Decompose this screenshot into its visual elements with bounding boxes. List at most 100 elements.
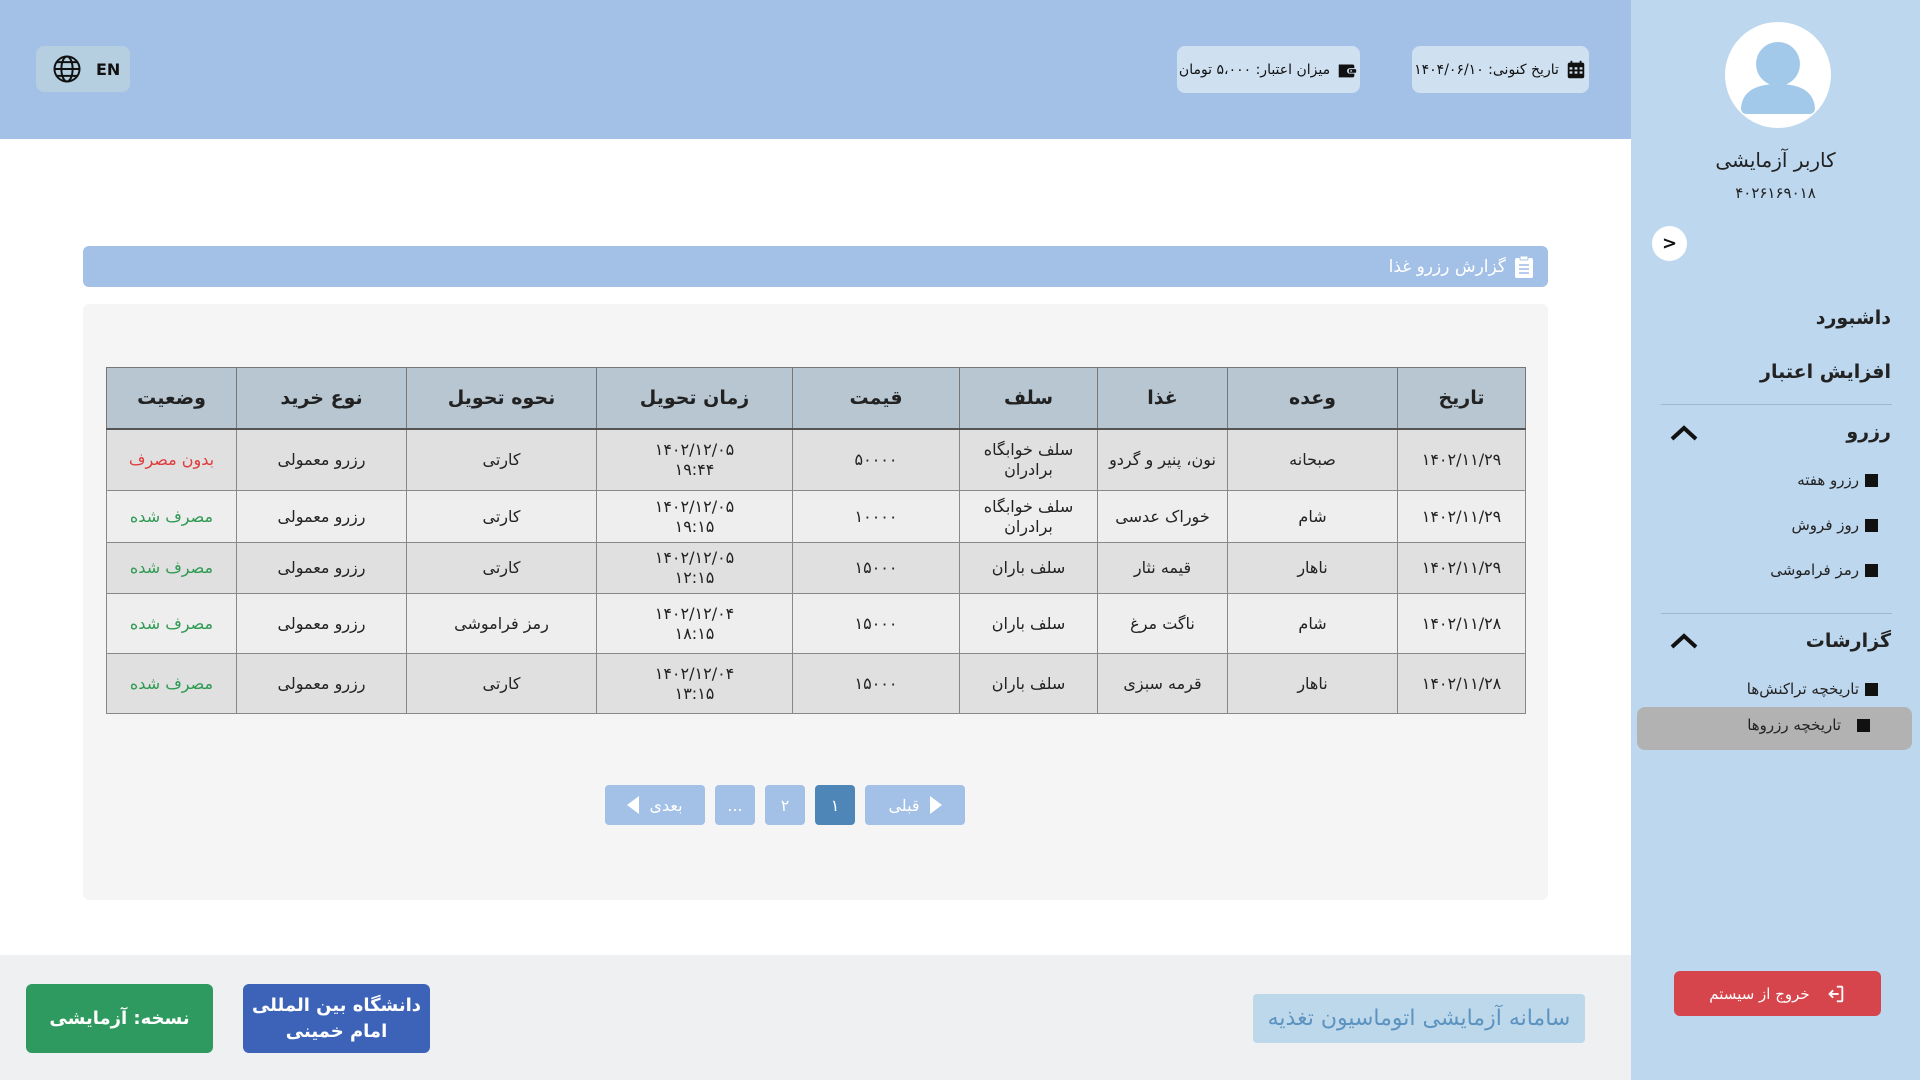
- user-name: کاربر آزمایشی: [1715, 148, 1836, 172]
- version-badge[interactable]: نسخه: آزمایشی: [26, 984, 213, 1053]
- sidebar-item-sale-day[interactable]: روز فروش: [1792, 516, 1878, 534]
- cell-cafeteria: سلف خوابگاه برادران: [959, 490, 1098, 543]
- sidebar-item-label: تاریخچه تراکنش‌ها: [1746, 680, 1859, 698]
- cell-delivery-method: کارتی: [406, 490, 597, 543]
- sidebar-item-label: رمز فراموشی: [1770, 561, 1859, 579]
- sidebar-group-reports[interactable]: گزارشات: [1806, 630, 1891, 652]
- logout-icon: [1827, 985, 1843, 1002]
- cell-delivery-time: ۱۴۰۲/۱۲/۰۵ ۱۹:۱۵: [596, 490, 793, 543]
- language-toggle-button[interactable]: EN: [36, 46, 130, 92]
- column-header: نوع خرید: [236, 367, 407, 430]
- sidebar-collapse-button[interactable]: >: [1652, 226, 1687, 261]
- square-bullet-icon: [1865, 682, 1878, 696]
- cell-food: قرمه سبزی: [1097, 653, 1228, 714]
- cell-purchase-type: رزرو معمولی: [236, 428, 407, 491]
- sidebar-item-dashboard[interactable]: داشبورد: [1816, 307, 1891, 329]
- column-header: زمان تحویل: [596, 367, 793, 430]
- cell-meal: ناهار: [1227, 653, 1398, 714]
- cell-price: ۱۵۰۰۰: [792, 653, 960, 714]
- cell-meal: شام: [1227, 490, 1398, 543]
- delivery-date: ۱۴۰۲/۱۲/۰۵: [654, 496, 735, 516]
- cell-cafeteria: سلف باران: [959, 593, 1098, 654]
- sidebar-item-forgot-code[interactable]: رمز فراموشی: [1770, 561, 1878, 579]
- table-row: ۱۴۰۲/۱۱/۲۹ شام خوراک عدسی سلف خوابگاه بر…: [106, 490, 1526, 543]
- logout-button[interactable]: خروج از سیستم: [1674, 971, 1881, 1016]
- delivery-clock: ۱۹:۴۴: [674, 459, 715, 479]
- cell-status: مصرف شده: [106, 542, 237, 594]
- cell-food: ناگت مرغ: [1097, 593, 1228, 654]
- next-page-label: بعدی: [649, 795, 683, 815]
- cell-cafeteria: سلف باران: [959, 653, 1098, 714]
- cell-price: ۵۰۰۰۰: [792, 428, 960, 491]
- cell-delivery-method: کارتی: [406, 542, 597, 594]
- sidebar-item-label: تاریخچه رزروها: [1747, 716, 1841, 734]
- current-date-chip: تاریخ کنونی: ۱۴۰۴/۰۶/۱۰: [1412, 46, 1589, 93]
- delivery-date: ۱۴۰۲/۱۲/۰۵: [654, 548, 735, 567]
- cell-delivery-time: ۱۴۰۲/۱۲/۰۴ ۱۳:۱۵: [596, 653, 793, 714]
- credit-text: میزان اعتبار: ۵،۰۰۰ تومان: [1178, 61, 1331, 78]
- university-button[interactable]: دانشگاه بین المللی امام خمینی: [243, 984, 430, 1053]
- cell-purchase-type: رزرو معمولی: [236, 593, 407, 654]
- cell-cafeteria: سلف خوابگاه برادران: [959, 428, 1098, 491]
- sidebar-group-reserve[interactable]: رزرو: [1846, 421, 1891, 443]
- cell-food: قیمه نثار: [1097, 542, 1228, 594]
- cell-date: ۱۴۰۲/۱۱/۲۹: [1397, 490, 1526, 543]
- cell-date: ۱۴۰۲/۱۱/۲۹: [1397, 428, 1526, 491]
- cell-date: ۱۴۰۲/۱۱/۲۹: [1397, 542, 1526, 594]
- cell-price: ۱۵۰۰۰: [792, 593, 960, 654]
- previous-page-label: قبلی: [888, 795, 920, 815]
- sidebar-divider: [1661, 404, 1892, 405]
- sidebar-item-label: رزرو هفته: [1797, 471, 1859, 489]
- sidebar-item-transactions-history[interactable]: تاریخچه تراکنش‌ها: [1747, 680, 1878, 698]
- cell-status: مصرف شده: [106, 593, 237, 654]
- sidebar-item-reservations-history[interactable]: تاریخچه رزروها: [1747, 716, 1870, 734]
- pagination: بعدی ... ۲ ۱ قبلی: [605, 785, 965, 825]
- cell-meal: ناهار: [1227, 542, 1398, 594]
- previous-page-button[interactable]: قبلی: [865, 785, 965, 825]
- cell-date: ۱۴۰۲/۱۱/۲۸: [1397, 653, 1526, 714]
- next-page-button[interactable]: بعدی: [605, 785, 705, 825]
- cell-food: خوراک عدسی: [1097, 490, 1228, 543]
- report-title: گزارش رزرو غذا: [1388, 256, 1506, 277]
- sidebar-divider: [1661, 613, 1892, 614]
- delivery-clock: ۱۹:۱۵: [674, 516, 715, 536]
- cell-delivery-time: ۱۴۰۲/۱۲/۰۵ ۱۹:۴۴: [596, 428, 793, 491]
- delivery-date: ۱۴۰۲/۱۲/۰۴: [654, 663, 735, 683]
- cell-delivery-time: ۱۴۰۲/۱۲/۰۵ ۱۲:۱۵: [596, 542, 793, 594]
- pagination-ellipsis: ...: [715, 785, 755, 825]
- delivery-clock: ۱۲:۱۵: [674, 568, 715, 587]
- cell-delivery-method: کارتی: [406, 428, 597, 491]
- language-label: EN: [96, 59, 121, 79]
- cell-food: نون، پنیر و گردو: [1097, 428, 1228, 491]
- cell-meal: شام: [1227, 593, 1398, 654]
- cell-cafeteria: سلف باران: [959, 542, 1098, 594]
- column-header: سلف: [959, 367, 1098, 430]
- cell-status: بدون مصرف: [106, 428, 237, 491]
- page-1-button[interactable]: ۱: [815, 785, 855, 825]
- sidebar-item-weekly-reserve[interactable]: رزرو هفته: [1797, 471, 1878, 489]
- caret-left-icon: [627, 796, 640, 814]
- cell-status: مصرف شده: [106, 490, 237, 543]
- cell-purchase-type: رزرو معمولی: [236, 653, 407, 714]
- caret-right-icon: [929, 796, 942, 814]
- column-header: وعده: [1227, 367, 1398, 430]
- sidebar-item-add-credit[interactable]: افزایش اعتبار: [1760, 361, 1891, 383]
- cell-purchase-type: رزرو معمولی: [236, 542, 407, 594]
- cell-price: ۱۰۰۰۰: [792, 490, 960, 543]
- credit-chip: میزان اعتبار: ۵،۰۰۰ تومان: [1177, 46, 1360, 93]
- delivery-clock: ۱۸:۱۵: [674, 623, 715, 643]
- page-2-button[interactable]: ۲: [765, 785, 805, 825]
- column-header: وضعیت: [106, 367, 237, 430]
- user-id: ۴۰۲۶۱۶۹۰۱۸: [1735, 184, 1816, 202]
- chevron-up-icon[interactable]: [1669, 631, 1699, 651]
- chevron-up-icon[interactable]: [1669, 423, 1699, 443]
- top-header: EN میزان اعتبار: ۵،۰۰۰ تومان تاریخ کنونی…: [0, 0, 1631, 139]
- delivery-date: ۱۴۰۲/۱۲/۰۴: [654, 603, 735, 623]
- user-avatar-icon: [1725, 22, 1831, 128]
- column-header: غذا: [1097, 367, 1228, 430]
- table-header-row: تاریخ وعده غذا سلف قیمت زمان تحویل نحوه …: [106, 367, 1526, 430]
- cell-delivery-time: ۱۴۰۲/۱۲/۰۴ ۱۸:۱۵: [596, 593, 793, 654]
- table-row: ۱۴۰۲/۱۱/۲۹ ناهار قیمه نثار سلف باران ۱۵۰…: [106, 542, 1526, 594]
- table-row: ۱۴۰۲/۱۱/۲۸ ناهار قرمه سبزی سلف باران ۱۵۰…: [106, 653, 1526, 714]
- delivery-clock: ۱۳:۱۵: [674, 683, 715, 703]
